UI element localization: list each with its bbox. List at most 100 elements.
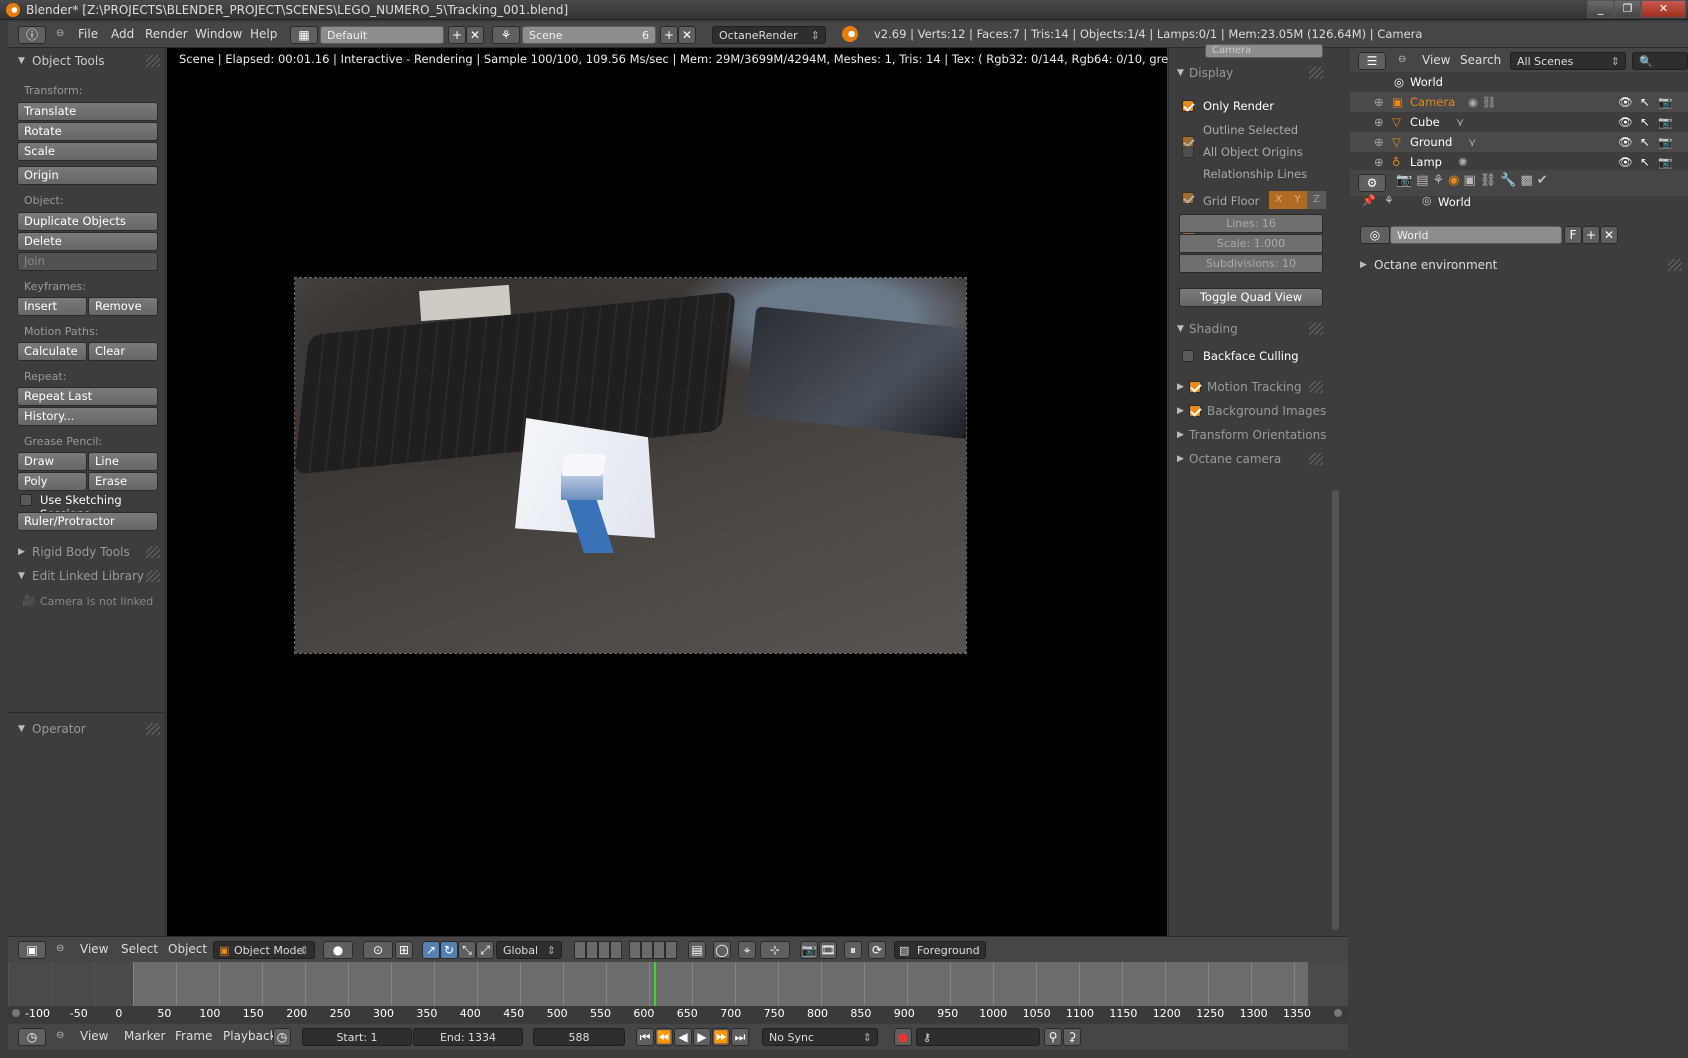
frame-menu[interactable]: Frame	[175, 1029, 212, 1043]
remove-layout-icon[interactable]: ✕	[466, 26, 484, 44]
properties-editor-icon[interactable]: ⚙	[1358, 174, 1386, 192]
maximize-icon[interactable]: ❐	[1614, 0, 1641, 18]
grid-scale-field[interactable]: Scale: 1.000	[1179, 234, 1323, 253]
expand-plus-icon[interactable]: ⊕	[1374, 92, 1384, 112]
eye-icon[interactable]: 👁	[1618, 92, 1633, 112]
menu-add[interactable]: Add	[111, 27, 134, 41]
panel-operator[interactable]: ▼ Operator	[8, 718, 166, 740]
modifiers-tab-icon[interactable]: 🔧	[1500, 173, 1520, 188]
outliner-editor-icon[interactable]: ☰	[1358, 52, 1386, 70]
all-origins-checkbox[interactable]	[1182, 146, 1194, 158]
axis-y-toggle[interactable]: Y	[1288, 191, 1307, 209]
clear-button[interactable]: Clear	[88, 342, 158, 361]
render-animation-icon[interactable]: 🎞	[819, 941, 837, 959]
relationship-lines-checkbox[interactable]	[1182, 192, 1194, 204]
menu-render[interactable]: Render	[145, 27, 188, 41]
sync-mode-select[interactable]: No Sync ⇕	[762, 1028, 878, 1046]
erase-button[interactable]: Erase	[88, 472, 158, 491]
panel-edit-linked[interactable]: ▼ Edit Linked Library	[8, 565, 166, 587]
panel-shading[interactable]: ▼ Shading	[1169, 318, 1329, 340]
panel-transform-orientations[interactable]: ▶ Transform Orientations	[1169, 424, 1329, 446]
drag-grip-icon[interactable]	[146, 55, 160, 67]
object-menu[interactable]: Object	[168, 942, 207, 956]
foreground-toggle[interactable]: ▧ Foreground	[894, 941, 986, 959]
prev-keyframe-icon[interactable]: ⏪	[655, 1028, 673, 1046]
layer-lock-icon[interactable]: ▤	[688, 941, 706, 959]
panel-object-tools[interactable]: ▼ Object Tools	[8, 50, 166, 72]
drag-grip-icon[interactable]	[1309, 323, 1323, 335]
add-scene-icon[interactable]: +	[660, 26, 678, 44]
panel-display[interactable]: ▼ Display	[1169, 62, 1329, 84]
pivot-point-icon[interactable]: ⊙	[363, 941, 393, 959]
layout-field[interactable]: Default	[320, 26, 444, 44]
timeline[interactable]: -100 -50 0 50 100 150 200 250 300 350 400 450 500 550…	[8, 962, 1348, 1022]
play-reverse-icon[interactable]: ◀	[674, 1028, 692, 1046]
grid-subdivisions-field[interactable]: Subdivisions: 10	[1179, 254, 1323, 273]
scene-tab-icon[interactable]: ⚘	[1432, 173, 1448, 188]
only-render-checkbox[interactable]	[1182, 100, 1194, 112]
unlink-world-icon[interactable]: ✕	[1600, 226, 1618, 244]
start-frame-field[interactable]: Start: 1	[302, 1028, 412, 1046]
drag-grip-icon[interactable]	[1309, 67, 1323, 79]
frame-range[interactable]	[133, 962, 1308, 1006]
expand-plus-icon[interactable]: ⊕	[1374, 132, 1384, 152]
3d-viewport[interactable]: Scene | Elapsed: 00:01.16 | Interactive …	[167, 48, 1305, 936]
mode-select[interactable]: ▣ Object Mode ⇕	[213, 941, 315, 959]
calculate-button[interactable]: Calculate	[17, 342, 87, 361]
join-button[interactable]: Join	[17, 252, 158, 271]
timeline-editor-icon[interactable]: ◷	[18, 1028, 46, 1046]
3d-view-editor-icon[interactable]: ▣	[18, 941, 46, 959]
object-tab-icon[interactable]: ▣	[1463, 173, 1479, 188]
end-frame-field[interactable]: End: 1334	[413, 1028, 523, 1046]
scene-icon[interactable]: ⚘	[492, 26, 520, 44]
outliner-row-ground[interactable]: ⊕ ▽ Ground ⋎ 👁 ↖ 📷	[1350, 132, 1688, 152]
panel-rigid-body[interactable]: ▶ Rigid Body Tools	[8, 541, 166, 563]
panel-motion-tracking[interactable]: ▶ Motion Tracking	[1169, 376, 1329, 398]
translate-manipulator-icon[interactable]: ↗	[422, 941, 440, 959]
menu-file[interactable]: File	[78, 27, 98, 41]
remove-keyframe-button[interactable]: Remove	[88, 297, 158, 316]
render-opengl-icon[interactable]: 📷	[800, 941, 818, 959]
rotate-button[interactable]: Rotate	[17, 122, 158, 141]
play-icon[interactable]: ▶	[693, 1028, 711, 1046]
info-editor-icon[interactable]: ⓘ	[18, 26, 46, 44]
render-tab-icon[interactable]: 📷	[1396, 173, 1416, 188]
screen-layout-icon[interactable]: ▦	[290, 26, 318, 44]
cursor-select-icon[interactable]: ↖	[1640, 112, 1650, 132]
rotate-manipulator-icon[interactable]: ↻	[440, 941, 458, 959]
expand-plus-icon[interactable]: ⊕	[1374, 112, 1384, 132]
delete-button[interactable]: Delete	[17, 232, 158, 251]
cursor-select-icon[interactable]: ↖	[1640, 152, 1650, 172]
jump-start-icon[interactable]: ⏮	[636, 1028, 654, 1046]
draw-button[interactable]: Draw	[17, 452, 87, 471]
axis-x-toggle[interactable]: X	[1269, 191, 1288, 209]
manipulator-space-icon[interactable]: ⤢	[476, 941, 494, 959]
drag-grip-icon[interactable]	[146, 570, 160, 582]
ruler-protractor-button[interactable]: Ruler/Protractor	[17, 512, 158, 531]
render-camera-icon[interactable]: 📷	[1658, 132, 1672, 152]
outliner-search-input[interactable]: 🔍	[1632, 52, 1688, 70]
layers-tab-icon[interactable]: ▤	[1416, 173, 1432, 188]
backface-culling-checkbox[interactable]	[1182, 350, 1194, 362]
origin-button[interactable]: Origin	[17, 166, 158, 185]
playback-menu[interactable]: Playback	[223, 1029, 277, 1043]
world-name-field[interactable]: World	[1390, 226, 1562, 244]
orientation-select[interactable]: Global ⇕	[496, 941, 562, 959]
line-button[interactable]: Line	[88, 452, 158, 471]
keying-set-field[interactable]: ⚷	[916, 1028, 1040, 1046]
world-tab-icon[interactable]: ◉	[1448, 173, 1463, 188]
proportional-edit-icon[interactable]: ◯	[713, 941, 731, 959]
drag-grip-icon[interactable]	[1309, 381, 1323, 393]
new-world-icon[interactable]: +	[1582, 226, 1600, 244]
grid-lines-field[interactable]: Lines: 16	[1179, 214, 1323, 233]
jump-end-icon[interactable]: ⏭	[731, 1028, 749, 1046]
axis-z-toggle[interactable]: Z	[1307, 191, 1326, 209]
current-frame-cursor[interactable]	[654, 962, 656, 1006]
viewport-shading-icon[interactable]: ●	[323, 941, 353, 959]
scale-button[interactable]: Scale	[17, 142, 158, 161]
sketching-checkbox[interactable]	[20, 494, 32, 506]
scroll-right-icon[interactable]	[1334, 1009, 1342, 1017]
physics-tab-icon[interactable]: ✔	[1537, 173, 1552, 188]
view-menu[interactable]: View	[80, 942, 108, 956]
drag-grip-icon[interactable]	[146, 723, 160, 735]
